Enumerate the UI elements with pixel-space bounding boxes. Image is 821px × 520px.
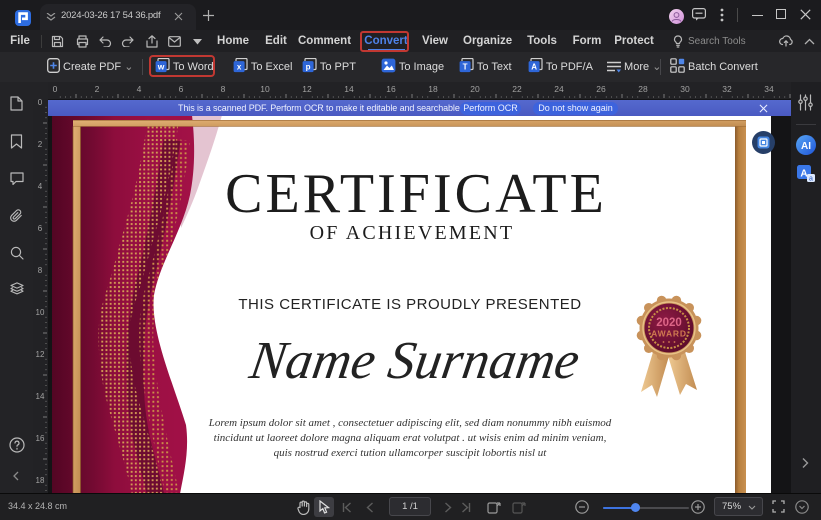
svg-text:A: A (800, 169, 807, 180)
svg-text:30: 30 (680, 84, 690, 94)
svg-text:0: 0 (38, 99, 43, 107)
svg-text:0: 0 (53, 84, 58, 94)
svg-text:x: x (237, 62, 242, 71)
svg-text:4: 4 (38, 182, 43, 191)
svg-text:Lorem ipsum dolor sit amet , c: Lorem ipsum dolor sit amet , consectetue… (208, 417, 612, 429)
svg-text:18: 18 (428, 84, 438, 94)
svg-text:26: 26 (596, 84, 606, 94)
svg-text:CERTIFICATE: CERTIFICATE (225, 163, 607, 225)
svg-text:quis nostrud exerci tution ull: quis nostrud exerci tution ullamcorper s… (274, 447, 548, 459)
svg-text:12: 12 (36, 350, 45, 359)
svg-text:AI: AI (801, 141, 811, 152)
svg-text:p: p (306, 62, 311, 71)
svg-text:a: a (809, 176, 813, 183)
svg-text:2: 2 (95, 84, 100, 94)
svg-text:22: 22 (512, 84, 522, 94)
svg-text:tincidunt ut laoreet dolore ma: tincidunt ut laoreet dolore magna aliqua… (214, 432, 607, 444)
svg-text:12: 12 (302, 84, 312, 94)
svg-text:20: 20 (470, 84, 480, 94)
svg-text:28: 28 (638, 84, 648, 94)
svg-text:24: 24 (554, 84, 564, 94)
svg-text:4: 4 (137, 84, 142, 94)
svg-text:8: 8 (38, 266, 43, 275)
svg-text:14: 14 (344, 84, 354, 94)
svg-text:6: 6 (38, 224, 43, 233)
svg-text:16: 16 (36, 434, 45, 443)
svg-text:2: 2 (38, 140, 43, 149)
svg-text:34: 34 (764, 84, 774, 94)
svg-text:AWARD: AWARD (651, 329, 687, 339)
svg-text:18: 18 (36, 476, 45, 485)
svg-text:6: 6 (179, 84, 184, 94)
svg-text:T: T (463, 62, 468, 71)
svg-text:A: A (531, 62, 537, 71)
svg-text:10: 10 (260, 84, 270, 94)
svg-text:14: 14 (36, 392, 45, 401)
svg-text:16: 16 (386, 84, 396, 94)
svg-text:8: 8 (221, 84, 226, 94)
svg-text:THIS CERTIFICATE IS PROUDLY PR: THIS CERTIFICATE IS PROUDLY PRESENTED (238, 296, 581, 313)
svg-text:10: 10 (36, 308, 45, 317)
svg-text:32: 32 (722, 84, 732, 94)
svg-text:2020: 2020 (656, 317, 682, 329)
svg-text:OF ACHIEVEMENT: OF ACHIEVEMENT (310, 222, 515, 244)
svg-text:Name Surname: Name Surname (245, 330, 584, 390)
